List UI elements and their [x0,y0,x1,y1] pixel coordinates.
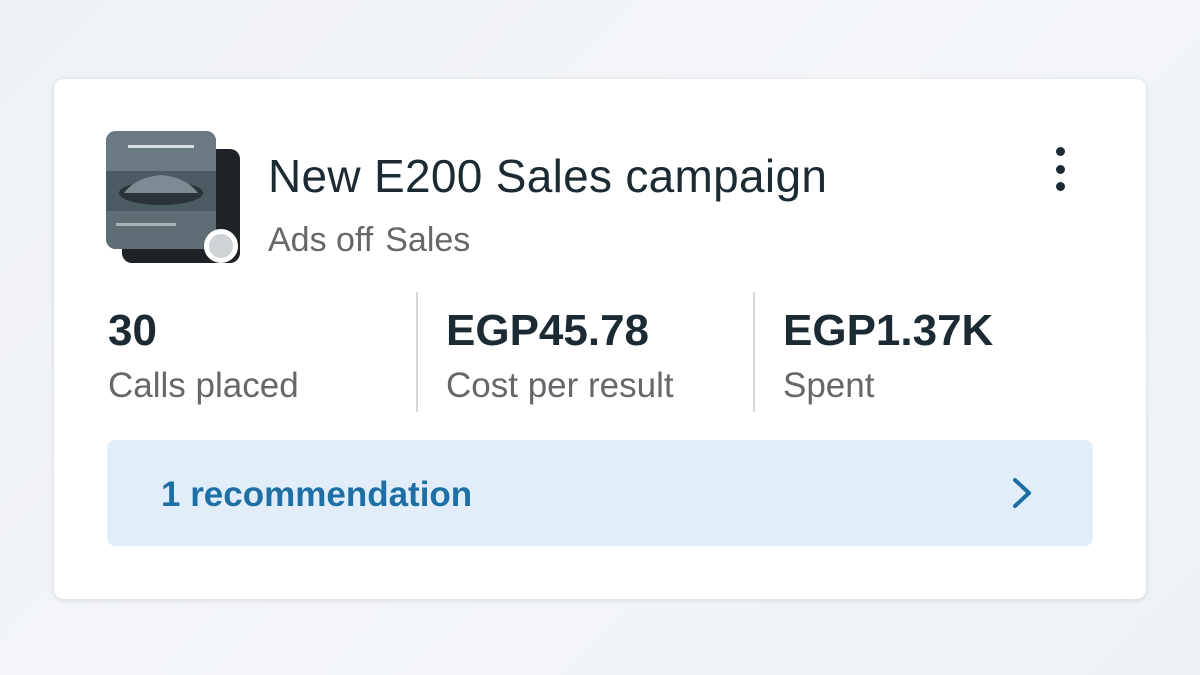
recommendation-label: 1 recommendation [161,475,473,514]
metric-value: 30 [108,306,157,355]
more-vertical-icon [1055,147,1065,156]
metric-spent: EGP1.37K Spent [783,292,1083,412]
recommendation-button[interactable]: 1 recommendation [107,440,1093,546]
metric-calls-placed: 30 Calls placed [108,292,408,412]
chevron-right-icon [1013,478,1031,508]
campaign-title[interactable]: New E200 Sales campaign [268,149,827,203]
ad-creative-image [106,131,216,249]
metric-label: Spent [783,366,875,405]
metric-label: Calls placed [108,366,299,405]
metric-divider [416,292,418,412]
campaign-card[interactable]: New E200 Sales campaign Ads off Sales 30 … [54,79,1146,599]
status-dot-icon [204,229,238,263]
metric-label: Cost per result [446,366,674,405]
metric-divider [753,292,755,412]
metrics-row: 30 Calls placed EGP45.78 Cost per result… [108,292,1092,412]
campaign-thumbnail[interactable] [106,131,242,267]
campaign-subtitle: Ads off Sales [268,221,470,260]
campaign-objective: Sales [385,221,471,259]
metric-value: EGP1.37K [783,306,994,355]
campaign-status: Ads off [268,221,374,259]
more-options-button[interactable] [1042,141,1078,197]
metric-value: EGP45.78 [446,306,650,355]
metric-cost-per-result: EGP45.78 Cost per result [446,292,746,412]
